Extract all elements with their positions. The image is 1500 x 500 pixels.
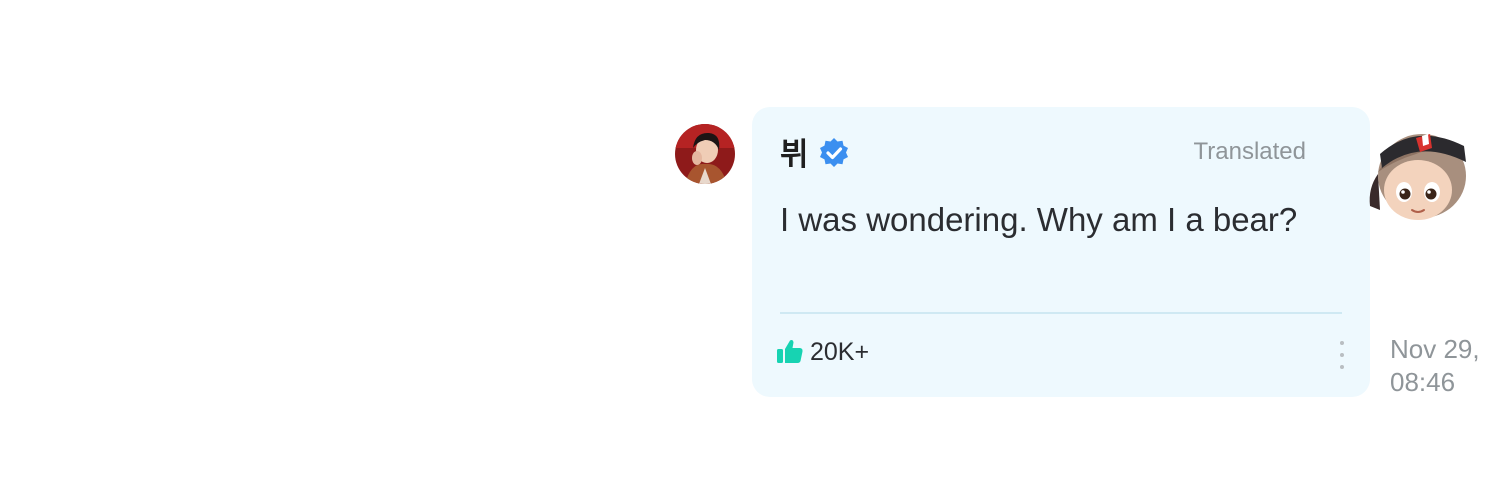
message-timestamp: Nov 29, 08:46 xyxy=(1390,334,1480,397)
thumbs-up-icon[interactable] xyxy=(776,337,804,365)
vertical-ellipsis-icon[interactable] xyxy=(1332,341,1352,369)
character-sticker xyxy=(1366,114,1470,224)
message-text: I was wondering. Why am I a bear? xyxy=(780,201,1298,238)
author-avatar[interactable] xyxy=(675,124,735,184)
comment-card: 뷔 Translated I was wondering. Why am I a… xyxy=(752,107,1370,397)
verified-check-badge-icon xyxy=(820,138,848,167)
like-count: 20K+ xyxy=(810,338,870,366)
translated-label: Translated xyxy=(1193,138,1307,165)
divider xyxy=(780,312,1342,314)
author-name[interactable]: 뷔 xyxy=(780,137,809,173)
